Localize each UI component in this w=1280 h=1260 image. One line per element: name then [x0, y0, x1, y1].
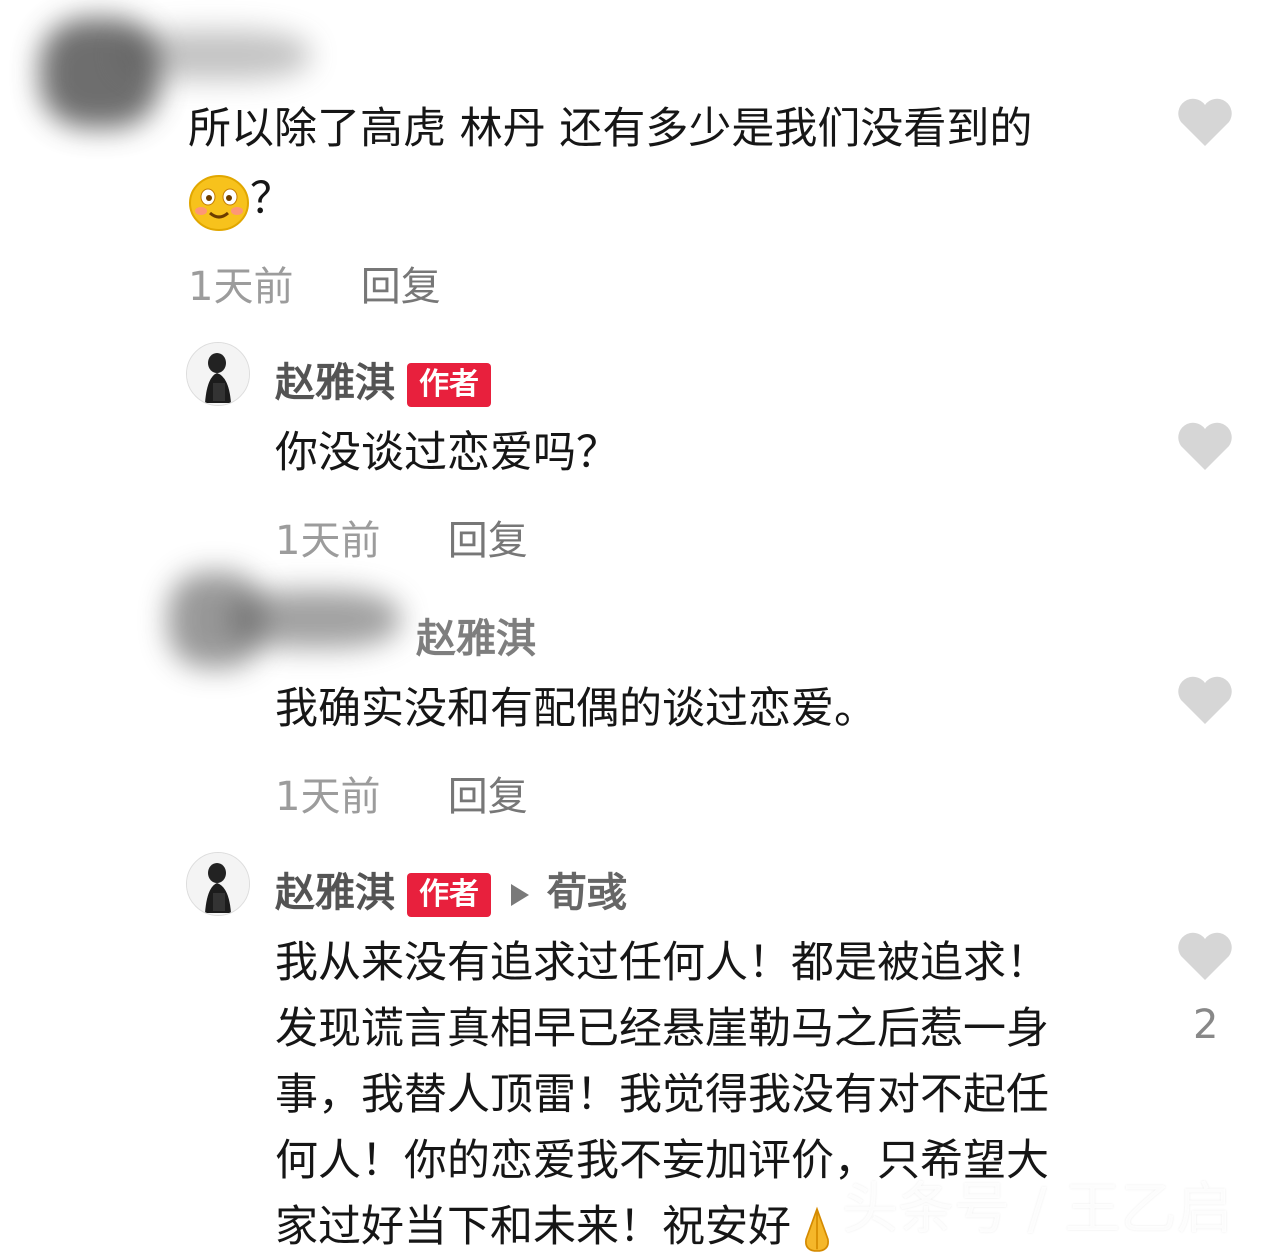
reply-target-name[interactable]: 赵雅淇: [416, 606, 536, 664]
author-name[interactable]: 赵雅淇: [275, 360, 395, 406]
comment-line-text: 家过好当下和未来！祝安好: [275, 1202, 791, 1252]
heart-icon[interactable]: [1176, 96, 1234, 148]
comment-time: 1天前: [275, 774, 381, 820]
comment-text: 你没谈过恋爱吗？: [275, 428, 619, 478]
avatar-figure-icon: [187, 853, 249, 915]
comment-text: 我确实没和有配偶的谈过恋爱。: [275, 684, 877, 734]
heart-icon[interactable]: [1176, 674, 1234, 726]
heart-icon[interactable]: [1176, 930, 1234, 982]
comment-time: 1天前: [275, 518, 381, 564]
avatar-figure-icon: [187, 343, 249, 405]
comment-meta: 1天前 回复: [275, 508, 528, 566]
question-mark: ？: [250, 174, 293, 224]
reply-button[interactable]: 回复: [361, 264, 441, 310]
triangle-right-icon: [511, 884, 529, 906]
redacted-username-blur: [230, 590, 400, 648]
comment-text: 所以除了高虎 林丹 还有多少是我们没看到的: [188, 104, 1033, 154]
reply-button[interactable]: 回复: [448, 518, 528, 564]
heart-icon[interactable]: [1176, 420, 1234, 472]
smile-emoji-icon: [189, 174, 249, 231]
comment-author: 赵雅淇 作者: [275, 350, 491, 408]
author-name[interactable]: 赵雅淇: [275, 870, 395, 916]
reply-button[interactable]: 回复: [448, 774, 528, 820]
comment-time: 1天前: [188, 264, 294, 310]
comment-line: 我从来没有追求过任何人！都是被追求！: [275, 938, 1049, 988]
comment-meta: 1天前 回复: [275, 764, 528, 822]
comment-author: 赵雅淇 作者 荀彧: [275, 860, 627, 918]
comment-text-line2: ？: [188, 166, 293, 232]
comment-line: 发现谎言真相早已经悬崖勒马之后惹一身: [275, 1004, 1049, 1054]
reply-target-name[interactable]: 荀彧: [547, 870, 627, 916]
avatar[interactable]: [186, 852, 250, 916]
comment-line: 事，我替人顶雷！我觉得我没有对不起任: [275, 1070, 1049, 1120]
pray-emoji-icon: [805, 1206, 829, 1252]
avatar[interactable]: [186, 342, 250, 406]
comment-meta: 1天前 回复: [188, 254, 441, 312]
like-count: 2: [1193, 1002, 1219, 1048]
author-badge: 作者: [407, 363, 491, 407]
author-badge: 作者: [407, 873, 491, 917]
watermark: 头条号 / 王乙启: [842, 1177, 1233, 1242]
redacted-username-blur: [120, 30, 310, 80]
